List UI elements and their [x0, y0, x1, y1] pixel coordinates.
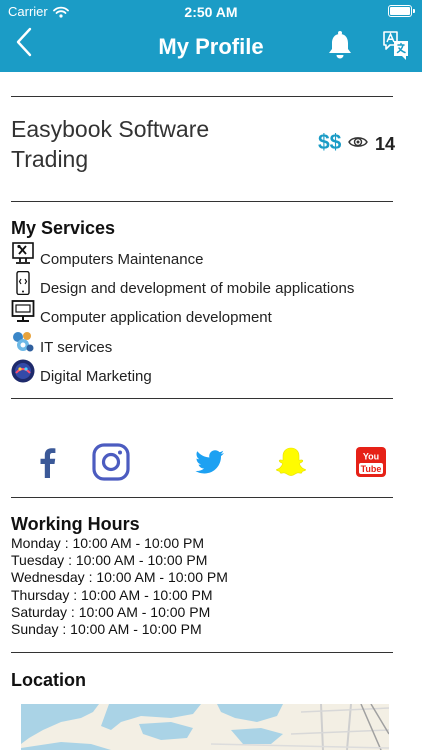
view-count: 14 — [375, 134, 396, 154]
divider — [11, 497, 393, 498]
hours-row: Wednesday : 10:00 AM - 10:00 PM — [11, 569, 228, 586]
day-label: Tuesday — [11, 552, 65, 569]
working-hours-list: Monday : 10:00 AM - 10:00 PM Tuesday : 1… — [11, 535, 228, 638]
digital-marketing-icon — [11, 359, 35, 383]
map-view — [21, 704, 389, 750]
services-title: My Services — [11, 218, 116, 238]
service-label: IT services — [40, 338, 113, 356]
hours-value: 10:00 AM - 10:00 PM — [75, 552, 208, 569]
service-label: Digital Marketing — [40, 367, 152, 385]
day-label: Monday — [11, 535, 61, 551]
bell-icon — [329, 31, 351, 59]
working-hours-title: Working Hours — [11, 514, 140, 534]
eye-icon — [348, 137, 368, 147]
location-map[interactable] — [21, 704, 389, 750]
divider — [11, 96, 393, 97]
translate-icon — [383, 31, 408, 60]
service-item[interactable]: Digital Marketing — [11, 359, 401, 388]
twitter-button[interactable] — [194, 442, 226, 482]
hours-value: 10:00 AM - 10:00 PM — [70, 621, 202, 638]
mobile-app-icon — [16, 271, 30, 296]
twitter-icon — [195, 450, 224, 474]
service-label: Computers Maintenance — [40, 251, 204, 268]
page-title: My Profile — [158, 34, 264, 59]
service-item[interactable]: Computers Maintenance — [11, 242, 401, 271]
it-services-icon — [13, 331, 34, 352]
notifications-button[interactable] — [326, 30, 354, 60]
day-label: Saturday — [11, 603, 68, 620]
hours-row: Sunday : 10:00 AM - 10:00 PM — [11, 621, 202, 638]
hours-row: Thursday : 10:00 AM - 10:00 PM — [11, 586, 213, 603]
service-label: Computer application development — [40, 309, 272, 327]
snapchat-button[interactable] — [275, 442, 307, 482]
instagram-icon — [92, 443, 130, 481]
status-bar: Carrier 2:50 AM — [0, 0, 422, 22]
divider — [11, 398, 393, 399]
hours-value: 10:00 AM - 10:00 PM — [96, 569, 228, 586]
location-title: Location — [11, 670, 86, 690]
day-label: Thursday — [11, 586, 70, 603]
day-label: Sunday — [11, 621, 59, 638]
computer-app-icon — [11, 300, 35, 323]
hours-row: Monday : 10:00 AM - 10:00 PM — [11, 535, 205, 551]
status-time: 2:50 AM — [184, 4, 238, 20]
price-level: $$ — [318, 131, 342, 154]
divider — [11, 201, 393, 202]
divider — [11, 652, 393, 653]
hours-value: 10:00 AM - 10:00 PM — [72, 535, 205, 551]
facebook-icon — [40, 448, 56, 478]
hours-value: 10:00 AM - 10:00 PM — [81, 586, 213, 603]
hours-row: Saturday : 10:00 AM - 10:00 PM — [11, 603, 211, 620]
hours-row: Tuesday : 10:00 AM - 10:00 PM — [11, 552, 208, 569]
service-item[interactable]: Computer application development — [11, 300, 401, 329]
youtube-badge-you: You — [363, 452, 379, 462]
battery-icon — [388, 5, 415, 17]
company-name: Easybook Software Trading — [11, 116, 210, 172]
navigation-header: Carrier 2:50 AM My Profile — [0, 0, 422, 72]
computer-repair-icon — [12, 242, 34, 264]
service-item[interactable]: Design and development of mobile applica… — [11, 271, 401, 300]
service-item[interactable]: IT services — [11, 330, 401, 359]
hours-value: 10:00 AM - 10:00 PM — [78, 603, 211, 620]
day-label: Wednesday — [11, 569, 85, 586]
youtube-icon: You Tube — [356, 447, 386, 477]
youtube-badge-tube: Tube — [361, 464, 382, 474]
language-button[interactable] — [382, 30, 410, 62]
youtube-button[interactable]: You Tube — [355, 442, 387, 482]
facebook-button[interactable] — [36, 442, 60, 482]
services-list: Computers Maintenance Design and develop… — [11, 242, 401, 388]
instagram-button[interactable] — [92, 442, 130, 482]
snapchat-icon — [276, 447, 306, 476]
service-label: Design and development of mobile applica… — [40, 280, 355, 298]
